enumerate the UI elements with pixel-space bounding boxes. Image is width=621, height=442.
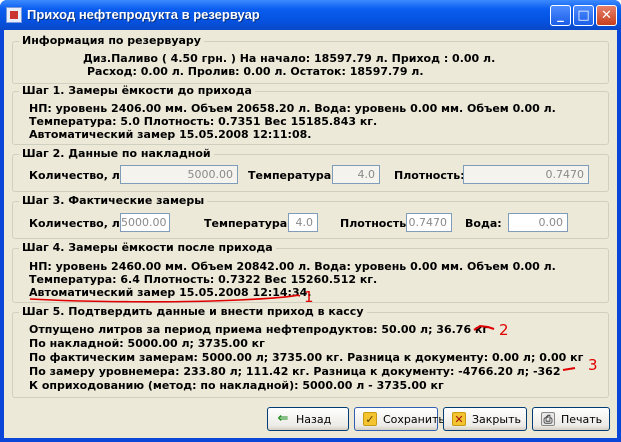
annotation-2: 2 [499,321,509,339]
save-button-label: Сохранить [383,413,445,426]
printer-icon: ⎙ [541,412,555,426]
dialog-window: Приход нефтепродукта в резервуар _ □ ✕ И… [0,0,621,442]
back-button[interactable]: ⇐ Назад [267,407,349,431]
checkmark-icon: ✓ [363,412,377,426]
underline-mark [29,294,301,303]
red-annotation-marks [29,294,576,371]
close-icon: ✕ [601,8,612,23]
minimize-icon: _ [557,8,564,23]
maximize-button[interactable]: □ [573,5,594,26]
close-window-button[interactable]: ✕ [596,5,617,26]
dash-mark-3 [562,367,576,371]
maximize-icon: □ [577,8,590,23]
dash-mark-2 [473,324,495,331]
print-button-label: Печать [561,413,603,426]
annotation-3: 3 [588,356,598,374]
cancel-x-icon: ✕ [452,412,466,426]
back-button-label: Назад [296,413,332,426]
minimize-button[interactable]: _ [550,5,571,26]
print-button[interactable]: ⎙ Печать [532,407,610,431]
app-icon [6,7,22,23]
dialog-client-area: Информация по резервуару Диз.Паливо ( 4.… [4,30,617,438]
title-bar[interactable]: Приход нефтепродукта в резервуар _ □ ✕ [0,0,621,30]
arrow-left-icon: ⇐ [277,411,289,426]
close-button[interactable]: ✕ Закрыть [443,407,527,431]
window-title: Приход нефтепродукта в резервуар [27,7,260,22]
annotation-1: 1 [304,288,314,306]
save-button[interactable]: ✓ Сохранить [354,407,445,431]
close-button-label: Закрыть [472,413,521,426]
